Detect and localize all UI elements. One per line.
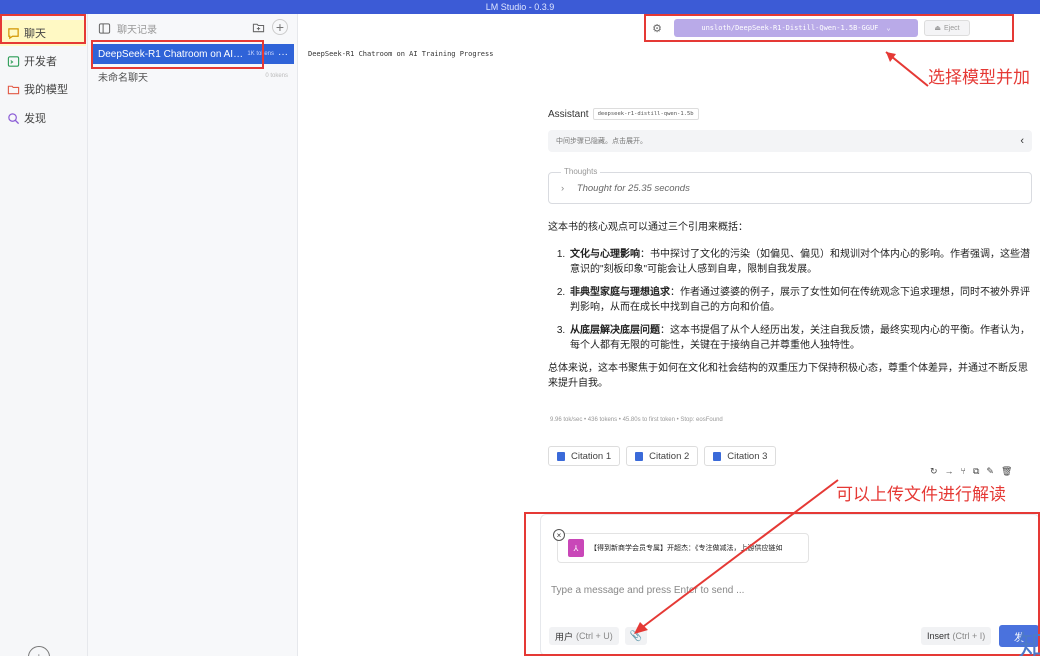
remove-file-icon[interactable]: × [553,529,565,541]
citation-button[interactable]: Citation 2 [626,446,699,466]
assistant-header: Assistant deepseek-r1-distill-qwen-1.5b [548,108,699,120]
generation-stats: 9.96 tok/sec • 436 tokens • 45.80s to fi… [550,417,723,423]
list-item: 非典型家庭与理想追求：作者通过婆婆的例子，展示了女性如何在传统观念下追求理想，同… [568,285,1032,315]
chat-item-title: 未命名聊天 [98,72,148,84]
nav-item-label: 发现 [24,113,46,125]
chat-item-tokens: 0 tokens [265,73,288,79]
model-bar: ⚙ unsloth/DeepSeek-R1-Distill-Qwen-1.5B-… [650,19,970,37]
nav-item-chat[interactable]: 聊天 [0,20,86,46]
insert-button[interactable]: Insert (Ctrl + I) [921,627,992,645]
role-shortcut: (Ctrl + U) [576,631,613,641]
annotation-upload: 可以上传文件进行解读 [836,485,1006,505]
list-item: 从底层解决底层问题：这本书提倡了从个人经历出发，关注自我反馈，最终实现内心的平衡… [568,323,1032,353]
list-item: 文化与心理影响：书中探讨了文化的污染（如偏见、偏见）和规训对个体内心的影响。作者… [568,247,1032,277]
delete-icon[interactable]: 🗑 [1001,466,1012,477]
nav-item-my-models[interactable]: 我的模型 [0,76,86,102]
annotation-arrow-model [885,51,929,87]
role-toggle-button[interactable]: 用户 (Ctrl + U) [549,627,619,645]
model-name: unsloth/DeepSeek-R1-Distill-Qwen-1.5B-GG… [701,24,879,32]
assistant-name: Assistant [548,108,589,120]
citation-label: Citation 1 [571,450,612,462]
citation-label: Citation 2 [649,450,690,462]
chat-item-tokens: 1K tokens [247,51,274,57]
chat-item-untitled[interactable]: 未命名聊天 0 tokens [92,66,294,86]
answer-intro: 这本书的核心观点可以通过三个引用来概括： [548,222,748,233]
more-options-icon[interactable]: ··· [278,49,288,60]
new-chat-icon[interactable]: + [272,19,288,35]
point-heading: 从底层解决底层问题 [570,325,660,336]
thoughts-summary-text: Thought for 25.35 seconds [576,183,690,194]
eject-button[interactable]: ⏏ Eject [924,20,970,36]
window-title-bar: LM Studio - 0.3.9 [0,0,1040,14]
role-label: 用户 [555,631,574,642]
download-icon[interactable]: ↓ [28,646,50,656]
chat-list-header: 聊天记录 [88,14,298,42]
hidden-steps-text: 中间步骤已隐藏。点击展开。 [556,138,647,145]
watermark-corner: 知 [1018,629,1040,656]
chevron-left-icon[interactable]: ‹ [1020,135,1024,147]
citations: Citation 1 Citation 2 Citation 3 [548,446,777,466]
folder-icon [6,82,20,96]
nav-item-developer[interactable]: 开发者 [0,48,86,74]
chat-title: DeepSeek-R1 Chatroom on AI Training Prog… [308,50,494,58]
insert-label: Insert [927,631,950,641]
insert-shortcut: (Ctrl + I) [952,631,986,641]
thoughts-panel[interactable]: Thoughts › Thought for 25.35 seconds [548,167,1032,204]
model-selector[interactable]: unsloth/DeepSeek-R1-Distill-Qwen-1.5B-GG… [674,19,918,37]
nav-item-label: 我的模型 [24,84,68,96]
annotation-arrow-upload [634,479,839,634]
continue-icon[interactable]: → [945,466,954,477]
citation-button[interactable]: Citation 3 [704,446,777,466]
point-heading: 文化与心理影响 [570,249,640,260]
citation-button[interactable]: Citation 1 [548,446,621,466]
terminal-icon [6,54,20,68]
chat-list-panel: 聊天记录 + DeepSeek-R1 Chatroom on AI Trai..… [88,14,298,656]
citation-label: Citation 3 [727,450,768,462]
chevron-down-icon: ⌄ [886,24,891,32]
thoughts-summary[interactable]: › Thought for 25.35 seconds [561,183,690,194]
regenerate-icon[interactable]: ↻ [930,466,938,477]
thoughts-label: Thoughts [561,167,601,176]
eject-label: Eject [944,24,960,32]
chat-list-title: 聊天记录 [117,24,157,36]
nav-item-label: 聊天 [24,28,46,40]
nav-item-discover[interactable]: 发现 [0,105,86,131]
window-title: LM Studio - 0.3.9 [485,2,555,12]
assistant-answer: 这本书的核心观点可以通过三个引用来概括： 文化与心理影响：书中探讨了文化的污染（… [548,220,1032,403]
answer-list: 文化与心理影响：书中探讨了文化的污染（如偏见、偏见）和规训对个体内心的影响。作者… [568,247,1032,353]
book-icon [635,451,644,461]
book-icon [557,451,565,461]
gear-icon[interactable]: ⚙ [650,21,664,35]
nav-item-label: 开发者 [24,56,57,68]
annotation-select-model: 选择模型并加 [928,68,1030,88]
pdf-icon: ⅄ [568,539,584,557]
chevron-right-icon: › [561,183,565,194]
left-nav: 聊天 开发者 我的模型 发现 ↓ [0,14,88,656]
point-heading: 非典型家庭与理想追求 [570,287,670,298]
chat-item-title: DeepSeek-R1 Chatroom on AI Trai... [98,48,243,60]
edit-icon[interactable]: ✎ [986,466,994,477]
search-icon [6,111,20,125]
book-icon [713,451,722,461]
model-tag: deepseek-r1-distill-qwen-1.5b [592,108,699,120]
chat-bubble-icon [6,26,20,40]
hidden-steps-bar[interactable]: 中间步骤已隐藏。点击展开。 ‹ [548,130,1032,152]
branch-icon[interactable]: ⑂ [961,466,966,477]
eject-icon: ⏏ [934,25,942,32]
message-actions: ↻ → ⑂ ⧉ ✎ 🗑 [930,466,1012,477]
chat-item-deepseek[interactable]: DeepSeek-R1 Chatroom on AI Trai... 1K to… [92,44,294,64]
sidebar-toggle-icon[interactable] [98,22,111,35]
copy-icon[interactable]: ⧉ [973,466,979,477]
answer-conclusion: 总体来说，这本书聚焦于如何在文化和社会结构的双重压力下保持积极心态，尊重个体差异… [548,363,1028,389]
new-folder-icon[interactable] [250,19,266,35]
